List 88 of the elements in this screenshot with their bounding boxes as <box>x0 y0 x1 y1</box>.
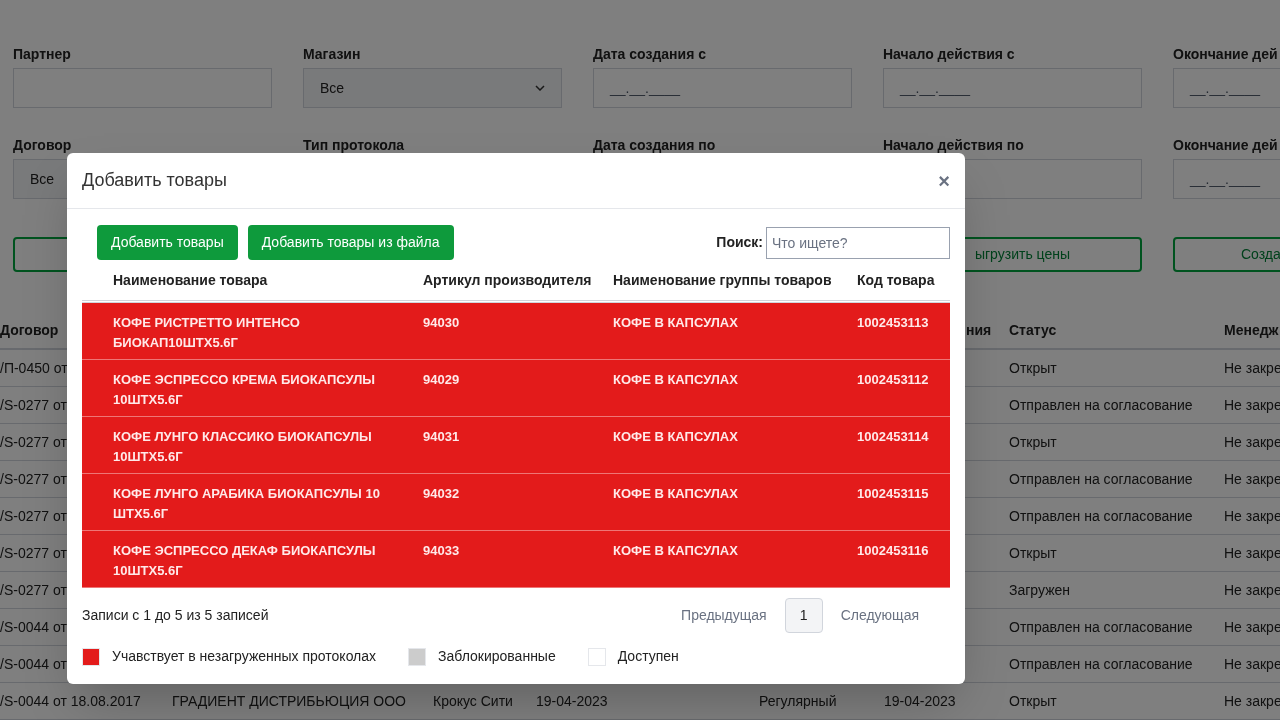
add-button[interactable]: Добавить товары из файла <box>247 225 454 260</box>
close-button[interactable]: × <box>938 170 950 191</box>
field-label: Дата создания с <box>593 46 707 62</box>
table-cell-text: /S-0277 от <box>0 432 67 452</box>
table-cell-text: 19-04-2023 <box>884 691 956 711</box>
dialog-title: Добавить товары <box>82 169 227 192</box>
table-cell-text: /S-0044 от 18.08.2017 <box>0 691 141 711</box>
input-field[interactable]: __.__.____ <box>1173 159 1280 199</box>
table-cell-text: КОФЕ ЛУНГО КЛАССИКО БИОКАПСУЛЫ 10ШТХ5.6Г <box>112 428 373 466</box>
add-button[interactable]: Добавить товары <box>97 225 238 260</box>
search-field[interactable]: Что ищете? <box>766 226 950 259</box>
table-cell-text: КОФЕ В КАПСУЛАХ <box>613 428 739 446</box>
table-cell-text: КОФЕ В КАПСУЛАХ <box>613 542 739 560</box>
field-label: Партнер <box>13 46 72 62</box>
table-cell-text: Открыт <box>1009 691 1057 711</box>
input-field[interactable]: __.__.____ <box>593 68 852 108</box>
table-cell-text: 1002453114 <box>857 428 930 446</box>
chevron-down-icon <box>535 85 545 91</box>
field-label: Начало действия с <box>883 46 1016 62</box>
column-header[interactable]: Наименование группы товаров <box>613 270 857 291</box>
field-label: Дата создания по <box>593 137 717 153</box>
table-row[interactable]: КОФЕ РИСТРЕТТО ИНТЕНСО БИОКАП10ШТХ5.6Г 94030 КОФЕ В КАПСУЛАХ 1002453113 <box>82 303 950 360</box>
table-cell-text: КОФЕ ЭСПРЕССО КРЕМА БИОКАПСУЛЫ 10ШТХ5.6Г <box>112 371 376 409</box>
page-button[interactable]: 1 <box>784 598 823 633</box>
table-cell-text: /S-0277 от <box>0 580 67 600</box>
table-cell-text: ГРАДИЕНТ ДИСТРИБЬЮЦИЯ ООО <box>172 691 406 711</box>
table-cell-text: 1002453113 <box>857 314 930 332</box>
field-label: Тип протокола <box>303 137 406 153</box>
table-cell-text: Загружен <box>1009 580 1071 600</box>
table-cell-text: 94031 <box>423 428 461 446</box>
table-cell-text: 94033 <box>423 542 461 560</box>
input-field[interactable]: __.__.____ <box>883 68 1142 108</box>
table-cell-text: /S-0277 от <box>0 395 67 415</box>
table-row[interactable]: КОФЕ ЛУНГО АРАБИКА БИОКАПСУЛЫ 10 ШТХ5.6Г 94032 КОФЕ В КАПСУЛАХ 1002453115 <box>82 474 950 531</box>
column-header: Договор <box>0 320 59 340</box>
table-cell-text: /S-0277 от <box>0 506 67 526</box>
field-label: Начало действия по <box>883 137 1025 153</box>
table-row[interactable]: КОФЕ ЛУНГО КЛАССИКО БИОКАПСУЛЫ 10ШТХ5.6Г 94031 КОФЕ В КАПСУЛАХ 1002453114 <box>82 417 950 474</box>
table-cell-text: КОФЕ В КАПСУЛАХ <box>613 485 739 503</box>
table-cell-text: Открыт <box>1009 543 1057 563</box>
field-label: Договор <box>13 137 73 153</box>
input-field[interactable]: __.__.____ <box>1173 68 1280 108</box>
table-cell-text: Отправлен на согласование <box>1009 506 1193 526</box>
table-cell-text: /S-0277 от <box>0 469 67 489</box>
field-label: Магазин <box>303 46 362 62</box>
column-header[interactable]: Код товара <box>857 270 950 291</box>
table-cell-text: 94030 <box>423 314 461 332</box>
field-label: Окончание дей <box>1173 46 1279 62</box>
table-cell-text: КОФЕ В КАПСУЛАХ <box>613 371 739 389</box>
table-cell-text: КОФЕ ЛУНГО АРАБИКА БИОКАПСУЛЫ 10 ШТХ5.6Г <box>112 485 381 523</box>
table-cell-text: Отправлен на согласование <box>1009 617 1193 637</box>
column-header: Статус <box>1009 320 1057 340</box>
table-cell-text: КОФЕ В КАПСУЛАХ <box>613 314 739 332</box>
records-info: Записи с 1 до 5 из 5 записей <box>82 606 269 625</box>
table-cell-text: Регулярный <box>759 691 837 711</box>
search-label: Поиск: <box>716 233 763 252</box>
table-cell-text: 1002453115 <box>857 485 930 503</box>
table-cell-text: /S-0044 от <box>0 617 67 637</box>
table-cell-text: 19-04-2023 <box>536 691 608 711</box>
table-cell-text: Отправлен на согласование <box>1009 469 1193 489</box>
table-cell-text: 1002453112 <box>857 371 930 389</box>
table-cell-text: КОФЕ ЭСПРЕССО ДЕКАФ БИОКАПСУЛЫ 10ШТХ5.6Г <box>112 542 377 580</box>
select-field[interactable]: Все <box>303 68 562 108</box>
table-cell-text: /S-0277 от <box>0 543 67 563</box>
field-label: Окончание дей <box>1173 137 1279 153</box>
table-cell-text: 94029 <box>423 371 461 389</box>
column-header: Менедж <box>1224 320 1279 340</box>
table-cell-text: Отправлен на согласование <box>1009 654 1193 674</box>
table-row[interactable]: КОФЕ ЭСПРЕССО КРЕМА БИОКАПСУЛЫ 10ШТХ5.6Г 94029 КОФЕ В КАПСУЛАХ 1002453112 <box>82 360 950 417</box>
table-cell-text: Отправлен на согласование <box>1009 395 1193 415</box>
table-cell-text: Крокус Сити <box>433 691 513 711</box>
legend-label: Учавствует в незагруженных протоколах <box>112 647 377 666</box>
next-link[interactable]: Следующая <box>824 605 935 626</box>
legend-label: Доступен <box>617 647 679 666</box>
column-header: ния <box>966 320 992 340</box>
previous-link[interactable]: Предыдущая <box>665 605 783 626</box>
table-row[interactable]: КОФЕ ЭСПРЕССО ДЕКАФ БИОКАПСУЛЫ 10ШТХ5.6Г 94033 КОФЕ В КАПСУЛАХ 1002453116 <box>82 531 950 588</box>
table-cell-text: Открыт <box>1009 358 1057 378</box>
column-header[interactable]: Наименование товара <box>82 270 423 291</box>
table-cell-text: /П-0450 от <box>0 358 68 378</box>
table-cell-text: 94032 <box>423 485 461 503</box>
table-cell-text: /S-0044 от <box>0 654 67 674</box>
legend-label: Заблокированные <box>438 647 556 666</box>
table-cell-text: КОФЕ РИСТРЕТТО ИНТЕНСО БИОКАП10ШТХ5.6Г <box>112 314 301 352</box>
column-header[interactable]: Артикул производителя <box>423 270 613 291</box>
table-cell-text: Открыт <box>1009 432 1057 452</box>
table-cell-text: 1002453116 <box>857 542 930 560</box>
outline-button[interactable]: Созда <box>1173 237 1280 272</box>
